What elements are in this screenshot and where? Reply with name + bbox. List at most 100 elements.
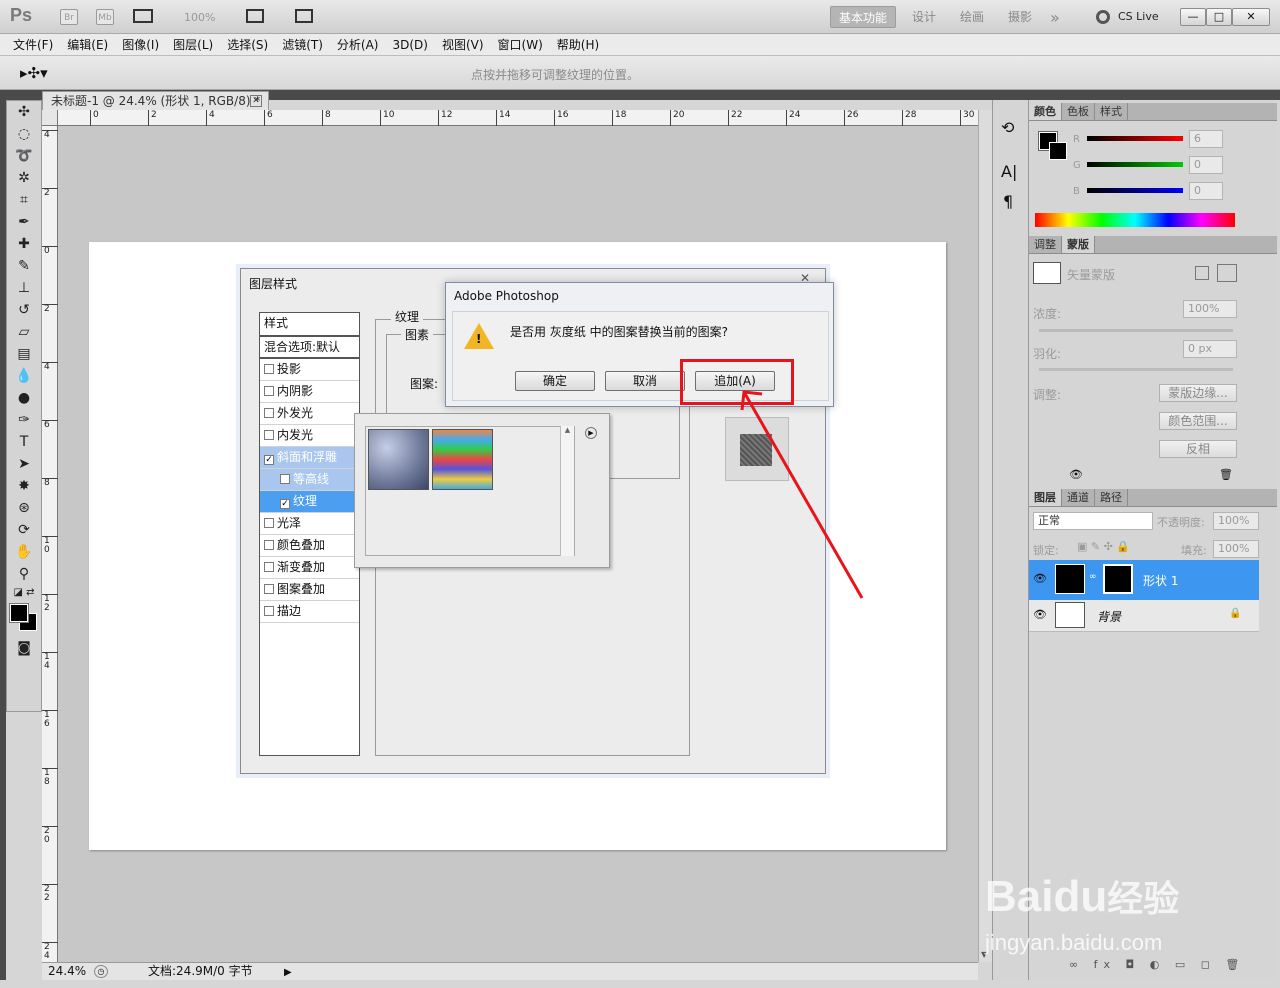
b-slider[interactable] (1087, 188, 1183, 193)
workspace-photography[interactable]: 摄影 (1000, 6, 1040, 28)
type-tool-icon[interactable]: T (7, 431, 41, 453)
quick-mask-icon[interactable]: ◙ (7, 637, 41, 659)
style-stroke[interactable]: 描边 (260, 601, 359, 623)
blur-tool-icon[interactable]: 💧 (7, 365, 41, 387)
style-inner-shadow[interactable]: 内阴影 (260, 381, 359, 403)
clone-stamp-tool-icon[interactable]: ⊥ (7, 277, 41, 299)
menu-filter[interactable]: 滤镜(T) (275, 34, 330, 56)
style-texture[interactable]: ✓ 纹理 (260, 491, 359, 513)
r-slider[interactable] (1087, 136, 1183, 141)
workspace-essentials[interactable]: 基本功能 (830, 6, 897, 28)
feather-slider[interactable] (1039, 368, 1233, 371)
healing-brush-tool-icon[interactable]: ✚ (7, 233, 41, 255)
color-background-swatch[interactable] (1049, 142, 1067, 160)
close-document-icon[interactable]: ✕ (250, 95, 262, 107)
swap-colors-icon[interactable]: ◪ ⇄ (7, 585, 41, 601)
lasso-tool-icon[interactable]: ➰ (7, 145, 41, 167)
quick-select-tool-icon[interactable]: ✲ (7, 167, 41, 189)
fill-value[interactable]: 100% (1213, 540, 1259, 558)
menu-image[interactable]: 图像(I) (115, 34, 166, 56)
outer-glow-checkbox[interactable] (264, 408, 274, 418)
arrange-documents-icon[interactable] (246, 9, 264, 23)
style-bevel-emboss[interactable]: ✓ 斜面和浮雕 (260, 447, 359, 469)
bridge-button[interactable]: Br (60, 9, 78, 25)
r-value[interactable]: 6 (1189, 130, 1223, 148)
picker-menu-icon[interactable]: ▶ (585, 427, 597, 439)
satin-checkbox[interactable] (264, 518, 274, 528)
tab-masks[interactable]: 蒙版 (1062, 236, 1095, 253)
brush-tool-icon[interactable]: ✎ (7, 255, 41, 277)
dodge-tool-icon[interactable]: ● (7, 387, 41, 409)
marquee-tool-icon[interactable]: ◌ (7, 123, 41, 145)
color-spectrum-bar[interactable] (1035, 213, 1235, 227)
close-button[interactable]: ✕ (1232, 8, 1270, 26)
3d-orbit-tool-icon[interactable]: ⟳ (7, 519, 41, 541)
more-workspaces-icon[interactable]: » (1050, 8, 1060, 27)
path-select-tool-icon[interactable]: ➤ (7, 453, 41, 475)
stroke-checkbox[interactable] (264, 606, 274, 616)
picker-scrollbar[interactable]: ▲ (560, 426, 574, 556)
view-mask-icon[interactable]: 👁 (1069, 468, 1083, 481)
ok-button[interactable]: 确定 (515, 371, 595, 391)
density-value[interactable]: 100% (1183, 300, 1237, 318)
style-satin[interactable]: 光泽 (260, 513, 359, 535)
workspace-painting[interactable]: 绘画 (952, 6, 992, 28)
zoom-level-dropdown[interactable]: 100% (184, 11, 215, 24)
style-drop-shadow[interactable]: 投影 (260, 359, 359, 381)
mini-bridge-button[interactable]: Mb (96, 9, 114, 25)
mask-link-icon[interactable]: ∞ (1089, 572, 1097, 582)
vector-mask-thumb-icon[interactable] (1033, 262, 1061, 284)
tab-swatches[interactable]: 色板 (1062, 103, 1095, 120)
menu-layer[interactable]: 图层(L) (166, 34, 220, 56)
menu-help[interactable]: 帮助(H) (550, 34, 606, 56)
pen-tool-icon[interactable]: ✑ (7, 409, 41, 431)
tab-paths[interactable]: 路径 (1095, 489, 1128, 506)
cs-live-menu[interactable]: CS Live (1118, 10, 1159, 23)
tab-styles[interactable]: 样式 (1095, 103, 1128, 120)
styles-header[interactable]: 样式 (260, 313, 359, 337)
b-value[interactable]: 0 (1189, 182, 1223, 200)
style-inner-glow[interactable]: 内发光 (260, 425, 359, 447)
document-tab[interactable]: 未标题-1 @ 24.4% (形状 1, RGB/8) * ✕ (42, 91, 269, 110)
zoom-readout[interactable]: 24.4% (48, 963, 86, 980)
visibility-eye-icon[interactable]: 👁 (1033, 572, 1047, 585)
density-slider[interactable] (1039, 329, 1233, 332)
inner-glow-checkbox[interactable] (264, 430, 274, 440)
layer-row-shape1[interactable]: 👁 ∞ 形状 1 (1029, 560, 1259, 600)
menu-3d[interactable]: 3D(D) (385, 34, 434, 56)
style-outer-glow[interactable]: 外发光 (260, 403, 359, 425)
move-tool-icon[interactable]: ✣ (7, 101, 41, 123)
contour-checkbox[interactable] (280, 474, 290, 484)
pattern-rainbow-thumb[interactable] (432, 429, 493, 490)
custom-shape-tool-icon[interactable]: ✸ (7, 475, 41, 497)
hand-tool-icon[interactable]: ✋ (7, 541, 41, 563)
menu-edit[interactable]: 编辑(E) (60, 34, 115, 56)
history-brush-tool-icon[interactable]: ↺ (7, 299, 41, 321)
screen-mode-icon[interactable] (295, 9, 313, 23)
bevel-emboss-checkbox[interactable]: ✓ (264, 455, 274, 465)
layer-row-background[interactable]: 👁 背景 🔒 (1029, 600, 1259, 632)
blend-options-item[interactable]: 混合选项:默认 (260, 337, 359, 359)
layers-footer-icons[interactable]: ∞ fx ◘ ◐ ▭ ◻ 🗑 (1069, 958, 1245, 971)
eraser-tool-icon[interactable]: ▱ (7, 321, 41, 343)
g-slider[interactable] (1087, 162, 1183, 167)
status-info-icon[interactable]: ◷ (94, 965, 108, 978)
feather-value[interactable]: 0 px (1183, 340, 1237, 358)
tab-adjustments[interactable]: 调整 (1029, 236, 1062, 253)
vertical-scrollbar[interactable]: ▼ (978, 110, 992, 962)
lock-icons[interactable]: ▣ ✎ ✣ 🔒 (1077, 540, 1130, 553)
paragraph-panel-icon[interactable]: ¶ (1003, 192, 1013, 211)
menu-select[interactable]: 选择(S) (220, 34, 275, 56)
workspace-design[interactable]: 设计 (904, 6, 944, 28)
history-panel-icon[interactable]: ⟲ (1001, 118, 1014, 137)
cancel-button[interactable]: 取消 (605, 371, 685, 391)
add-vector-mask-icon[interactable] (1217, 264, 1237, 282)
drop-shadow-checkbox[interactable] (264, 364, 274, 374)
menu-window[interactable]: 窗口(W) (491, 34, 550, 56)
3d-rotate-tool-icon[interactable]: ⊛ (7, 497, 41, 519)
menu-view[interactable]: 视图(V) (435, 34, 491, 56)
inner-shadow-checkbox[interactable] (264, 386, 274, 396)
gradient-tool-icon[interactable]: ▤ (7, 343, 41, 365)
style-gradient-overlay[interactable]: 渐变叠加 (260, 557, 359, 579)
minimize-button[interactable]: — (1180, 8, 1206, 26)
